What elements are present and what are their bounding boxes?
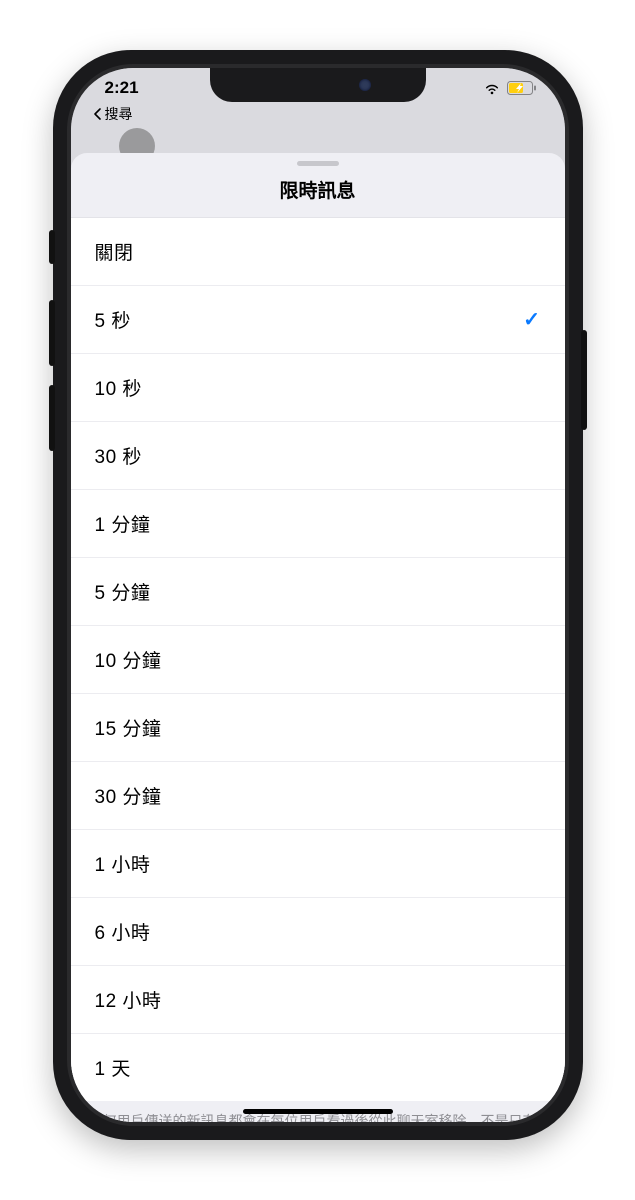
option-off[interactable]: 關閉 — [71, 218, 565, 285]
checkmark-icon: ✓ — [523, 307, 540, 332]
option-label: 10 秒 — [95, 374, 142, 401]
back-to-app[interactable]: 搜尋 — [93, 104, 133, 124]
battery-icon — [507, 81, 537, 95]
option-label: 6 小時 — [95, 918, 151, 945]
phone-frame: 2:21 搜尋 — [53, 50, 583, 1140]
wifi-icon — [483, 82, 501, 95]
option-1d[interactable]: 1 天 — [71, 1033, 565, 1101]
notch — [210, 68, 426, 102]
option-label: 10 分鐘 — [95, 646, 162, 673]
home-indicator[interactable] — [243, 1109, 393, 1114]
option-15m[interactable]: 15 分鐘 — [71, 693, 565, 761]
option-10m[interactable]: 10 分鐘 — [71, 625, 565, 693]
sheet-grabber[interactable] — [297, 161, 339, 166]
option-10s[interactable]: 10 秒 — [71, 353, 565, 421]
option-label: 1 小時 — [95, 850, 151, 877]
option-label: 關閉 — [95, 238, 134, 265]
screen: 2:21 搜尋 — [71, 68, 565, 1122]
option-label: 1 分鐘 — [95, 510, 151, 537]
option-1h[interactable]: 1 小時 — [71, 829, 565, 897]
option-6h[interactable]: 6 小時 — [71, 897, 565, 965]
option-30m[interactable]: 30 分鐘 — [71, 761, 565, 829]
power-button[interactable] — [581, 330, 587, 430]
modal-sheet: 限時訊息 關閉 5 秒 ✓ 10 秒 30 秒 — [71, 153, 565, 1122]
sheet-title: 限時訊息 — [71, 176, 565, 203]
mute-switch[interactable] — [49, 230, 55, 264]
volume-down-button[interactable] — [49, 385, 55, 451]
option-label: 12 小時 — [95, 986, 162, 1013]
option-5m[interactable]: 5 分鐘 — [71, 557, 565, 625]
option-label: 1 天 — [95, 1054, 131, 1081]
option-label: 15 分鐘 — [95, 714, 162, 741]
option-12h[interactable]: 12 小時 — [71, 965, 565, 1033]
back-label: 搜尋 — [105, 104, 133, 124]
option-label: 5 分鐘 — [95, 578, 151, 605]
option-label: 30 秒 — [95, 442, 142, 469]
option-label: 5 秒 — [95, 306, 131, 333]
footer-text: 任何用戶傳送的新訊息都會在每位用戶看過後從此聊天室移除，不是只有你。 — [89, 1113, 537, 1122]
option-30s[interactable]: 30 秒 — [71, 421, 565, 489]
caret-left-icon — [93, 108, 103, 120]
option-label: 30 分鐘 — [95, 782, 162, 809]
camera-icon — [359, 79, 371, 91]
option-1m[interactable]: 1 分鐘 — [71, 489, 565, 557]
option-5s[interactable]: 5 秒 ✓ — [71, 285, 565, 353]
volume-up-button[interactable] — [49, 300, 55, 366]
status-time: 2:21 — [105, 78, 139, 98]
option-list: 關閉 5 秒 ✓ 10 秒 30 秒 1 分鐘 — [71, 217, 565, 1101]
